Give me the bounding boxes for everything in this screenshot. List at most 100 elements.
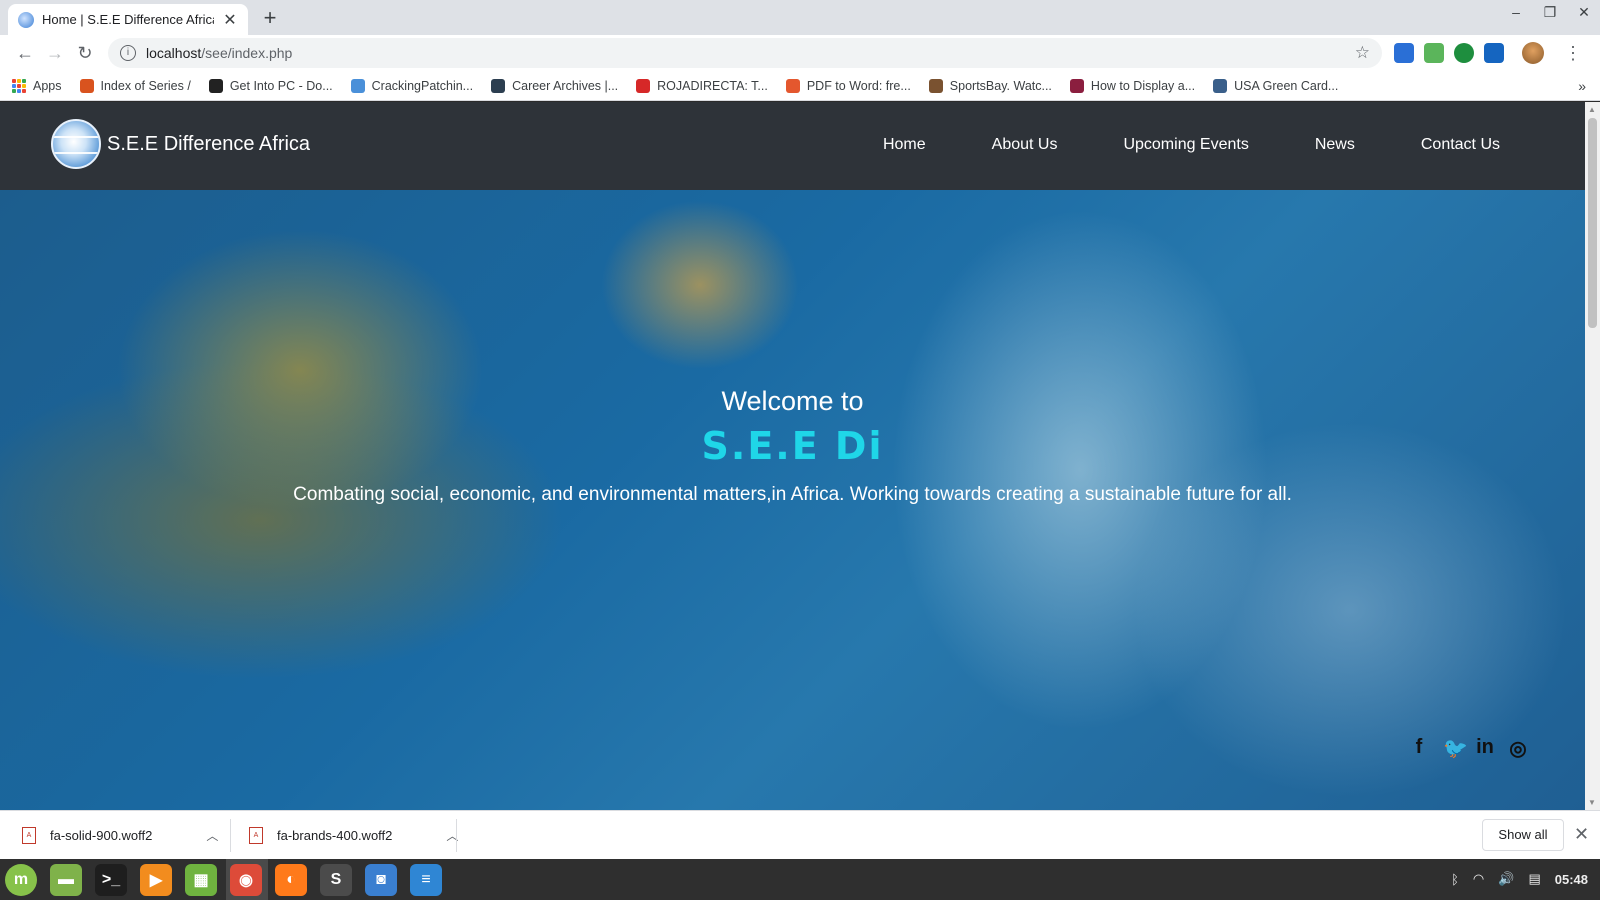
twitter-icon[interactable]: 🐦 xyxy=(1443,736,1468,761)
text-editor-icon[interactable]: ≡ xyxy=(410,864,442,896)
scrollbar-thumb[interactable] xyxy=(1588,118,1597,328)
url-host: localhost xyxy=(146,45,202,61)
bookmark-item[interactable]: Get Into PC - Do... xyxy=(208,78,333,93)
back-icon[interactable]: ← xyxy=(10,43,40,64)
bookmark-label: CrackingPatchin... xyxy=(371,78,474,93)
nav-link-about-us[interactable]: About Us xyxy=(992,136,1058,154)
scroll-up-icon[interactable]: ▲ xyxy=(1588,105,1596,114)
show-all-button[interactable]: Show all xyxy=(1482,819,1564,851)
extension-3-icon[interactable] xyxy=(1454,43,1474,63)
url-text[interactable]: localhost/see/index.php xyxy=(146,45,1355,61)
site-brand[interactable]: S.E.E Difference Africa xyxy=(107,133,310,156)
nav-link-upcoming-events[interactable]: Upcoming Events xyxy=(1123,136,1248,154)
bookmark-item[interactable]: SportsBay. Watc... xyxy=(928,78,1052,93)
url-path: /see/index.php xyxy=(201,45,293,61)
bookmark-item[interactable]: USA Green Card... xyxy=(1213,78,1339,93)
firefox-icon[interactable]: ◐ xyxy=(275,864,307,896)
profile-avatar[interactable] xyxy=(1522,42,1544,64)
tab-strip: Home | S.E.E Difference Africa ✕ + – ❐ ✕ xyxy=(0,0,1600,35)
os-taskbar: ᛒ ◠ 🔊 ▤ 05:48 m ▬ >_ ▶ ▦ ◉ ◐ S ◙ ≡ xyxy=(0,859,1600,900)
scroll-down-icon[interactable]: ▼ xyxy=(1588,798,1596,807)
more-bookmarks-icon[interactable]: » xyxy=(1578,78,1586,94)
download-item[interactable]: A fa-brands-400.woff2 ︿ xyxy=(249,811,458,860)
address-bar[interactable]: i localhost/see/index.php ☆ xyxy=(108,38,1382,68)
bookmark-item[interactable]: Apps xyxy=(12,78,62,93)
bookmark-item[interactable]: ROJADIRECTA: T... xyxy=(636,78,768,93)
extension-2-icon[interactable] xyxy=(1424,43,1444,63)
browser-toolbar: ← → ↻ i localhost/see/index.php ☆ ⋮ xyxy=(0,35,1600,71)
tab-close-icon[interactable]: ✕ xyxy=(222,10,238,30)
font-file-icon: A xyxy=(22,827,36,844)
bookmark-item[interactable]: How to Display a... xyxy=(1069,78,1196,93)
files-icon[interactable]: ▬ xyxy=(50,864,82,896)
getintopc-icon xyxy=(208,78,223,93)
rojadirecta-icon xyxy=(636,78,651,93)
media-player-icon[interactable]: ▶ xyxy=(140,864,172,896)
wifi-icon[interactable]: ◠ xyxy=(1473,871,1484,887)
close-window-icon[interactable]: ✕ xyxy=(1574,4,1594,21)
window-controls: – ❐ ✕ xyxy=(1506,4,1594,21)
restore-icon[interactable]: ❐ xyxy=(1540,4,1560,21)
page-scrollbar[interactable]: ▲ ▼ xyxy=(1585,102,1600,810)
chrome-icon[interactable]: ◉ xyxy=(230,864,262,896)
hero-section: Welcome to S.E.E Di Combating social, ec… xyxy=(0,190,1585,810)
calculator-icon[interactable]: ▦ xyxy=(185,864,217,896)
close-download-bar-icon[interactable]: ✕ xyxy=(1574,824,1589,845)
mint-menu-icon[interactable]: m xyxy=(5,864,37,896)
new-tab-icon[interactable]: + xyxy=(258,5,282,31)
bluetooth-icon[interactable]: ᛒ xyxy=(1451,872,1459,887)
cracking-icon xyxy=(350,78,365,93)
bookmark-label: Get Into PC - Do... xyxy=(229,78,333,93)
clock[interactable]: 05:48 xyxy=(1555,872,1588,887)
site-logo[interactable] xyxy=(51,119,101,169)
bookmark-item[interactable]: CrackingPatchin... xyxy=(350,78,474,93)
clipboard-icon[interactable]: ▤ xyxy=(1528,871,1540,887)
social-links: f 🐦 in ◎ xyxy=(1410,736,1527,761)
linkedin-icon[interactable]: in xyxy=(1476,736,1494,761)
site-info-icon[interactable]: i xyxy=(120,45,136,61)
terminal-icon[interactable]: >_ xyxy=(95,864,127,896)
screenshot-icon[interactable]: ◙ xyxy=(365,864,397,896)
bookmark-label: Career Archives |... xyxy=(512,78,619,93)
sublime-icon[interactable]: S xyxy=(320,864,352,896)
nav-link-home[interactable]: Home xyxy=(883,136,926,154)
hero-brand-typed: S.E.E Di xyxy=(701,424,884,468)
sportsbay-icon xyxy=(928,78,943,93)
nav-link-news[interactable]: News xyxy=(1315,136,1355,154)
download-divider xyxy=(230,819,231,852)
reload-icon[interactable]: ↻ xyxy=(70,43,100,64)
chevron-up-icon[interactable]: ︿ xyxy=(206,827,218,844)
extension-1-icon[interactable] xyxy=(1394,43,1414,63)
tab-active[interactable]: Home | S.E.E Difference Africa ✕ xyxy=(8,4,248,35)
font-file-icon: A xyxy=(249,827,263,844)
site-nav-links: Home About Us Upcoming Events News Contact U… xyxy=(883,136,1500,154)
facebook-icon[interactable]: f xyxy=(1410,736,1428,761)
download-item[interactable]: A fa-solid-900.woff2 ︿ xyxy=(22,811,218,860)
browser-menu-icon[interactable]: ⋮ xyxy=(1564,43,1582,64)
bookmark-item[interactable]: Index of Series / xyxy=(79,78,191,93)
globe-favicon-icon xyxy=(18,11,34,28)
extensions-area: ⋮ xyxy=(1394,42,1582,64)
forward-icon[interactable]: → xyxy=(40,43,70,64)
bookmark-item[interactable]: Career Archives |... xyxy=(491,78,619,93)
download-divider xyxy=(456,819,457,852)
instagram-icon[interactable]: ◎ xyxy=(1509,736,1527,761)
extension-4-icon[interactable] xyxy=(1484,43,1504,63)
download-filename: fa-brands-400.woff2 xyxy=(277,828,393,843)
site-navbar: S.E.E Difference Africa Home About Us Upco… xyxy=(0,102,1585,190)
download-bar: A fa-solid-900.woff2 ︿ A fa-brands-400.w… xyxy=(0,810,1600,859)
volume-icon[interactable]: 🔊 xyxy=(1498,871,1514,887)
bookmarks-bar: Apps Index of Series / Get Into PC - Do...… xyxy=(0,71,1600,101)
bookmark-star-icon[interactable]: ☆ xyxy=(1355,43,1370,63)
bookmark-label: ROJADIRECTA: T... xyxy=(657,78,768,93)
tab-title: Home | S.E.E Difference Africa xyxy=(42,12,214,27)
bookmark-label: USA Green Card... xyxy=(1234,78,1339,93)
bookmark-label: How to Display a... xyxy=(1090,78,1196,93)
minimize-icon[interactable]: – xyxy=(1506,4,1526,21)
nav-link-contact-us[interactable]: Contact Us xyxy=(1421,136,1500,154)
apps-grid-icon xyxy=(12,78,26,93)
bookmark-label: Index of Series / xyxy=(100,78,191,93)
bookmark-label: Apps xyxy=(33,78,62,93)
system-tray: ᛒ ◠ 🔊 ▤ 05:48 xyxy=(1451,871,1588,887)
bookmark-item[interactable]: PDF to Word: fre... xyxy=(785,78,911,93)
